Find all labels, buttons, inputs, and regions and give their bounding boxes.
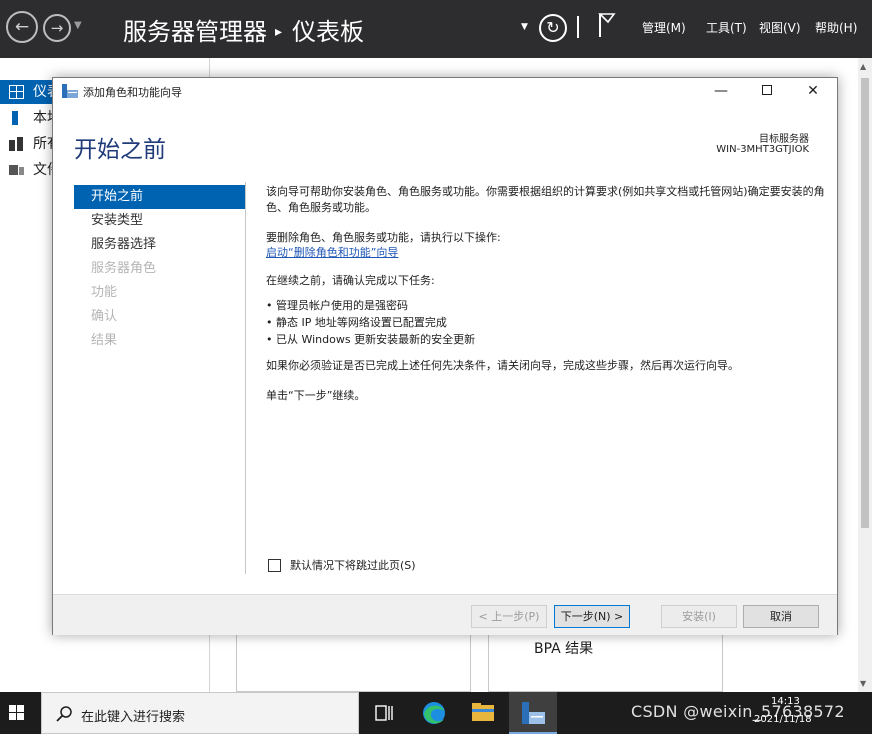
taskbar-app-file-explorer[interactable] [459,692,507,734]
list-item: 已从 Windows 更新安装最新的安全更新 [266,332,475,349]
destination-server-label: 目标服务器 [759,134,809,145]
app-title: 服务器管理器 [123,18,267,46]
wizard-footer: < 上一步(P) 下一步(N) > 安装(I) 取消 [53,594,837,635]
history-dropdown-icon[interactable]: ▼ [74,20,82,31]
cancel-button[interactable]: 取消 [743,605,819,628]
windows-logo-icon [17,713,24,720]
start-button[interactable] [0,692,34,734]
servers-icon [9,137,23,151]
page-title: 服务器管理器 ▸ 仪表板 [123,12,364,47]
menu-tools[interactable]: 工具(T) [706,19,747,36]
skip-page-option[interactable]: 默认情况下将跳过此页(S) [268,557,416,573]
system-tray: CSDN @weixin_57638572 14:13 2021/11/18 [628,692,872,734]
wizard-steps: 开始之前 安装类型 服务器选择 服务器角色 功能 确认 结果 [74,185,245,353]
maximize-button[interactable] [744,78,790,105]
step-results: 结果 [91,333,118,348]
server-manager-icon [522,702,545,724]
wizard-heading: 开始之前 [74,137,166,163]
steps-divider [245,182,246,574]
step-confirmation: 确认 [91,309,118,324]
taskbar-app-server-manager[interactable] [509,692,557,734]
edge-browser-icon [423,702,445,724]
breadcrumb-separator: ▸ [275,24,283,40]
remove-roles-wizard-link[interactable]: 启动“删除角色和功能”向导 [266,245,398,261]
wizard-app-icon [62,84,78,98]
close-button[interactable]: ✕ [790,78,836,105]
dialog-titlebar[interactable]: 添加角色和功能向导 — ✕ [53,78,837,105]
header-divider [577,16,579,38]
remove-instructions-text: 要删除角色、角色服务或功能，请执行以下操作: [266,231,501,244]
notification-flag-icon[interactable] [597,12,617,38]
dashboard-tile [236,635,471,692]
dialog-title: 添加角色和功能向导 [83,86,182,99]
dashboard-tile [488,635,723,692]
install-button: 安装(I) [661,605,737,628]
menu-help[interactable]: 帮助(H) [815,19,857,36]
windows-logo-icon [17,705,24,712]
task-view-icon [375,705,393,721]
maximize-icon [762,85,772,95]
taskbar: 在此键入进行搜索 CSDN @weixin_57638572 14:13 202… [0,692,872,734]
dashboard-scrollbar[interactable]: ▲ ▼ [858,58,872,692]
intro-text: 该向导可帮助你安装角色、角色服务或功能。你需要根据组织的计算要求(例如共享文档或… [266,185,825,214]
forward-arrow-icon[interactable]: → [43,14,71,42]
prerequisite-list: 管理员帐户使用的是强密码 静态 IP 地址等网络设置已配置完成 已从 Windo… [266,298,475,349]
refresh-dropdown-icon[interactable]: ▼ [521,22,528,32]
breadcrumb-current: 仪表板 [292,18,365,46]
next-button[interactable]: 下一步(N) > [554,605,630,628]
step-server-roles: 服务器角色 [91,261,157,276]
clock-time[interactable]: 14:13 [771,696,800,707]
click-next-text: 单击“下一步”继续。 [266,389,366,402]
windows-logo-icon [9,713,16,720]
back-arrow-icon[interactable]: ← [6,11,38,43]
taskbar-search-box[interactable]: 在此键入进行搜索 [41,692,359,734]
scrollbar-thumb[interactable] [861,78,869,528]
list-item: 管理员帐户使用的是强密码 [266,298,475,315]
verify-text: 如果你必须验证是否已完成上述任何先决条件，请关闭向导，完成这些步骤，然后再次运行… [266,359,739,372]
menu-manage[interactable]: 管理(M) [642,19,686,36]
storage-icon [9,165,24,175]
tray-overlay-text: CSDN @weixin_57638572 [631,702,845,721]
step-before-you-begin[interactable]: 开始之前 [74,185,245,209]
skip-page-label[interactable]: 默认情况下将跳过此页(S) [290,559,416,572]
server-icon [12,111,18,125]
step-features: 功能 [91,285,118,300]
before-continue-text: 在继续之前，请确认完成以下任务: [266,274,435,287]
scroll-down-icon[interactable]: ▼ [860,679,866,688]
dashboard-icon [9,85,24,99]
previous-button: < 上一步(P) [471,605,547,628]
step-installation-type[interactable]: 安装类型 [74,209,245,233]
windows-logo-icon [9,705,16,712]
search-icon [56,706,72,722]
step-server-selection[interactable]: 服务器选择 [74,233,245,257]
file-explorer-icon [472,703,494,721]
task-view-button[interactable] [360,692,408,734]
add-roles-wizard-dialog: 添加角色和功能向导 — ✕ 开始之前 目标服务器 WIN-3MHT3GTJIOK… [52,77,838,635]
bpa-results-label: BPA 结果 [534,641,594,657]
minimize-button[interactable]: — [698,78,744,105]
server-manager-header: ← → ▼ 服务器管理器 ▸ 仪表板 ▼ ↻ 管理(M) 工具(T) 视图(V) 帮… [0,0,872,58]
taskbar-app-edge[interactable] [410,692,458,734]
destination-server-name: WIN-3MHT3GTJIOK [716,144,809,155]
scroll-up-icon[interactable]: ▲ [860,62,866,71]
skip-page-checkbox[interactable] [268,558,281,572]
refresh-icon[interactable]: ↻ [539,14,567,42]
menu-view[interactable]: 视图(V) [759,19,801,36]
list-item: 静态 IP 地址等网络设置已配置完成 [266,315,475,332]
clock-date[interactable]: 2021/11/18 [754,714,812,725]
search-placeholder: 在此键入进行搜索 [81,710,186,725]
